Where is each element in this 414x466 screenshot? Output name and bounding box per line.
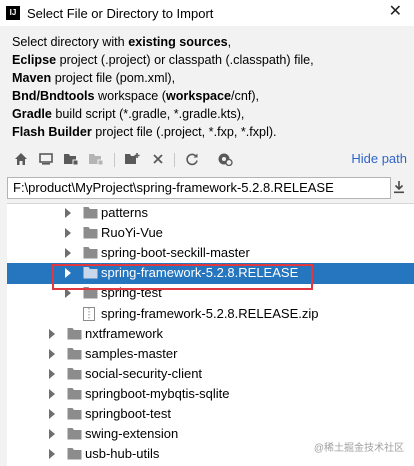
close-icon[interactable]: ✕ [389, 3, 402, 21]
expand-arrow-icon[interactable] [65, 208, 71, 218]
zip-file-icon [83, 306, 98, 321]
show-hidden-icon[interactable] [216, 150, 234, 168]
intellij-app-icon: IJ [6, 6, 20, 20]
folder-icon [67, 347, 82, 360]
file-tree[interactable]: patterns RuoYi-Vue spring-boot-seckill-mas… [7, 203, 414, 466]
watermark: @稀土掘金技术社区 [313, 443, 404, 454]
home-icon[interactable] [12, 150, 30, 168]
tree-item[interactable]: springboot-mybqtis-sqlite [7, 384, 414, 405]
tree-item[interactable]: spring-framework-5.2.8.RELEASE.zip [7, 304, 414, 325]
expand-arrow-icon[interactable] [49, 429, 55, 440]
download-icon[interactable] [390, 177, 408, 197]
project-folder-icon[interactable] [62, 150, 80, 168]
module-folder-icon[interactable] [87, 150, 105, 168]
description-line-bnd: Bnd/Bndtools workspace (workspace/cnf), [12, 87, 412, 105]
bnd-bold: Bnd/Bndtools [12, 89, 95, 103]
description-line-eclipse: Eclipse project (.project) or classpath … [12, 51, 412, 69]
gradle-bold: Gradle [12, 107, 52, 121]
eclipse-text: project (.project) or classpath (.classp… [56, 53, 314, 67]
tree-item-label: patterns [101, 205, 148, 220]
folder-icon [83, 246, 98, 259]
expand-arrow-icon[interactable] [49, 368, 55, 379]
gradle-text: build script (*.gradle, *.gradle.kts), [51, 107, 245, 121]
maven-bold: Maven [12, 71, 52, 85]
tree-item[interactable]: patterns [7, 204, 414, 224]
folder-icon [67, 407, 82, 420]
tree-item-label: RuoYi-Vue [101, 225, 163, 241]
tree-item-label: spring-boot-seckill-master [101, 245, 250, 261]
title-bar: IJ Select File or Directory to Import ✕ [0, 0, 414, 26]
highlight-annotation [52, 264, 313, 290]
folder-icon [67, 387, 82, 400]
tree-item-label: usb-hub-utils [85, 446, 160, 462]
tree-item-label: springboot-mybqtis-sqlite [85, 385, 230, 401]
folder-icon [67, 367, 82, 380]
description-line-maven: Maven project file (pom.xml), [12, 69, 412, 87]
tree-item[interactable]: spring-boot-seckill-master [7, 243, 414, 264]
refresh-icon[interactable] [183, 150, 201, 168]
folder-icon [83, 206, 98, 219]
toolbar-separator [114, 153, 115, 167]
tree-item-label: samples-master [85, 345, 178, 361]
folder-icon [83, 226, 98, 239]
import-description: Select directory with existing sources, … [12, 33, 412, 141]
folder-icon [67, 427, 82, 440]
desktop-icon[interactable] [37, 150, 55, 168]
path-input[interactable]: F:\product\MyProject\spring-framework-5.… [7, 177, 391, 199]
delete-icon[interactable] [149, 150, 167, 168]
tree-item[interactable]: springboot-test [7, 404, 414, 425]
expand-arrow-icon[interactable] [65, 228, 71, 239]
intro-bold-text: existing sources [128, 35, 228, 49]
tree-item-label: spring-framework-5.2.8.RELEASE.zip [101, 305, 319, 321]
tree-item[interactable]: samples-master [7, 344, 414, 365]
expand-arrow-icon[interactable] [49, 449, 55, 460]
window-title: Select File or Directory to Import [27, 5, 214, 21]
tree-item-label: springboot-test [85, 406, 171, 421]
folder-icon [67, 327, 82, 340]
eclipse-bold: Eclipse [12, 53, 57, 67]
new-folder-icon[interactable] [123, 150, 141, 168]
expand-arrow-icon[interactable] [49, 409, 55, 419]
tree-item-label: swing-extension [85, 426, 179, 442]
bnd-text: workspace ( [94, 89, 166, 103]
tree-item[interactable]: nxtframework [7, 324, 414, 345]
tree-item[interactable]: social-security-client [7, 364, 414, 385]
hide-path-link[interactable]: Hide path [351, 151, 407, 166]
flash-text: project file (.project, *.fxp, *.fxpl). [91, 125, 277, 139]
expand-arrow-icon[interactable] [49, 328, 55, 339]
flash-bold: Flash Builder [12, 125, 92, 139]
bnd-workspace-bold: workspace [165, 89, 232, 103]
description-line-flash: Flash Builder project file (.project, *.… [12, 123, 412, 141]
toolbar-separator [174, 153, 175, 167]
file-chooser-toolbar: Hide path [0, 147, 414, 171]
folder-icon [67, 447, 82, 460]
intro-text: Select directory with [12, 35, 129, 49]
bnd-text-end: /cnf), [231, 89, 260, 103]
tree-item-label: social-security-client [85, 365, 203, 381]
expand-arrow-icon[interactable] [65, 248, 71, 259]
intro-end-text: , [227, 35, 232, 49]
expand-arrow-icon[interactable] [49, 348, 55, 359]
description-line-intro: Select directory with existing sources, [12, 33, 412, 51]
app-icon-text: IJ [9, 8, 17, 17]
expand-arrow-icon[interactable] [49, 388, 55, 399]
description-line-gradle: Gradle build script (*.gradle, *.gradle.… [12, 105, 412, 123]
tree-item-label: nxtframework [85, 325, 164, 341]
tree-item[interactable]: RuoYi-Vue [7, 223, 414, 244]
maven-text: project file (pom.xml), [51, 71, 176, 85]
